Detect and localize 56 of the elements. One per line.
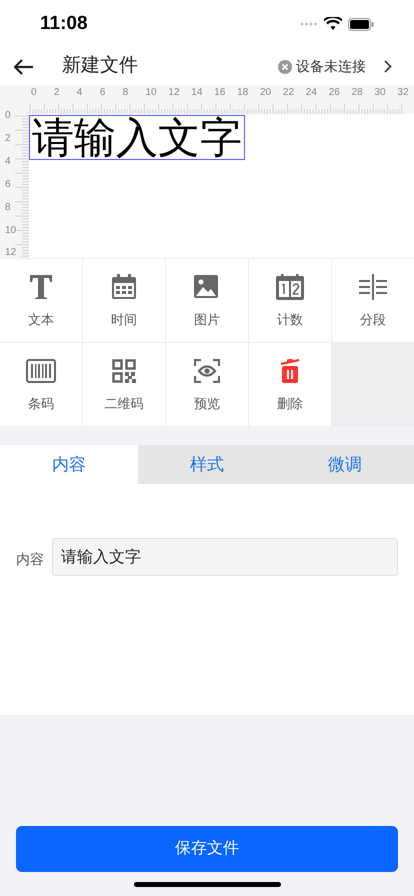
trash-icon [279, 358, 301, 383]
ruler-label: 14 [191, 88, 202, 98]
status-time: 11:08 [40, 12, 88, 36]
image-icon [194, 274, 220, 299]
tab[interactable]: 内容 [0, 445, 138, 484]
tool-button[interactable]: 文本 [0, 259, 82, 342]
ruler-label: 6 [5, 180, 11, 190]
tool-button[interactable]: 预览 [166, 343, 248, 426]
signal-dots-icon [300, 22, 318, 26]
ruler-label: 30 [374, 88, 386, 98]
ruler-label: 24 [306, 88, 317, 98]
counter-icon [276, 274, 304, 300]
ruler-label: 12 [5, 248, 16, 258]
ruler-label: 22 [282, 88, 294, 98]
battery-icon [348, 18, 374, 30]
ruler-label: 8 [5, 202, 11, 213]
ruler-label: 4 [5, 156, 11, 167]
save-button[interactable]: 保存文件 [16, 826, 398, 872]
ruler-label: 32 [397, 88, 409, 98]
tool-button[interactable]: 图片 [166, 259, 248, 342]
page-title: 新建文件 [62, 54, 138, 78]
barcode-icon [26, 358, 56, 383]
ruler-label: 16 [214, 88, 226, 98]
ruler-label: 26 [328, 88, 340, 98]
eye-icon [194, 358, 220, 383]
columns-icon [359, 274, 387, 300]
calendar-icon [111, 274, 137, 300]
text-icon [27, 272, 55, 301]
close-icon [278, 60, 292, 74]
tool-button[interactable]: 计数 [249, 259, 331, 342]
ruler-label: 20 [260, 88, 272, 98]
ruler-label: 2 [54, 88, 60, 98]
back-button[interactable] [14, 56, 34, 76]
ruler-label: 0 [31, 88, 37, 98]
chevron-right-icon [384, 60, 392, 73]
ruler-label: 12 [168, 88, 180, 98]
ruler-label: 10 [146, 88, 157, 98]
ruler-label: 6 [100, 88, 106, 98]
ruler-label: 10 [5, 226, 16, 236]
tool-button[interactable]: 删除 [249, 343, 331, 426]
qr-code-icon [112, 358, 136, 383]
tool-button[interactable]: 条码 [0, 343, 82, 426]
ruler-label: 18 [237, 88, 248, 98]
ruler-label: 4 [76, 88, 82, 98]
device-status-button[interactable]: 设备未连接 [278, 56, 392, 77]
wifi-icon [324, 17, 342, 31]
tool-button[interactable]: 时间 [83, 259, 165, 342]
ruler-label: 8 [122, 88, 128, 98]
ruler-label: 0 [5, 111, 11, 121]
tool-button[interactable]: 分段 [332, 259, 414, 342]
canvas-text-element[interactable]: 请输入文字 [29, 115, 245, 160]
content-input[interactable]: 请输入文字 [52, 538, 398, 576]
tool-button[interactable]: 二维码 [83, 343, 165, 426]
content-label: 内容 [16, 550, 44, 569]
ruler-label: 28 [352, 88, 363, 98]
ruler-label: 2 [5, 134, 11, 144]
